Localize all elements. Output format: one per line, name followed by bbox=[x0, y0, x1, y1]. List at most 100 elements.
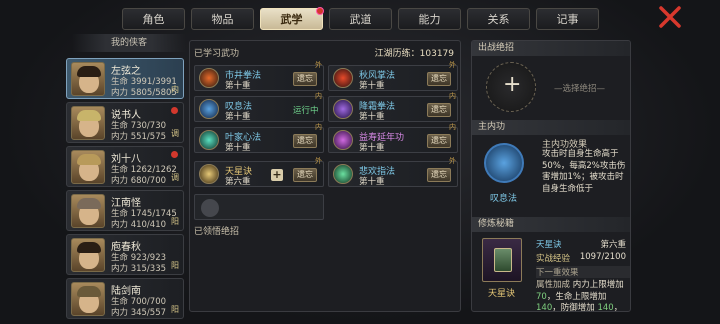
hero-card[interactable]: 左弦之 生命 3991/3991 内力 5805/5805 内 bbox=[66, 58, 184, 99]
skill-type-tag: 内 bbox=[315, 123, 322, 131]
experience-readout: 江湖历练：103179 bbox=[374, 49, 454, 59]
palm-skill-icon bbox=[333, 68, 353, 88]
hero-card[interactable]: 陆剑南 生命 700/700 内力 345/557 阳 bbox=[66, 278, 184, 319]
hero-mp: 内力 5805/5805 bbox=[111, 88, 177, 98]
hero-mp: 内力 680/700 bbox=[111, 176, 167, 186]
forget-button[interactable]: 遗忘 bbox=[427, 168, 451, 182]
avatar bbox=[71, 282, 105, 316]
avatar bbox=[71, 150, 105, 184]
skill-level: 第十重 bbox=[359, 112, 385, 122]
skill-type-tag: 内 bbox=[315, 92, 322, 100]
detail-panel: 出战绝招 + —选择绝招— 主内功 叹息法 主内功效果 攻击时自身生命高于50%… bbox=[471, 40, 631, 312]
skill-level: 第十重 bbox=[359, 143, 385, 153]
skill-level: 第十重 bbox=[225, 112, 251, 122]
tab-martial-path[interactable]: 武道 bbox=[329, 8, 392, 30]
forget-button[interactable]: 遗忘 bbox=[427, 103, 451, 117]
skill-type-tag: 内 bbox=[449, 123, 456, 131]
forget-button[interactable]: 遗忘 bbox=[427, 134, 451, 148]
exp-value: 1097/2100 bbox=[579, 252, 626, 262]
manual-level: 第六重 bbox=[600, 240, 626, 250]
next-level-effect: 属性加成 内力上限增加 70，生命上限增加 140，防御增加 140， bbox=[536, 280, 624, 312]
plus-icon[interactable]: + bbox=[503, 72, 521, 97]
hero-tag: 阳 bbox=[171, 261, 179, 270]
finger-skill-icon bbox=[333, 164, 353, 184]
forget-button[interactable]: 遗忘 bbox=[293, 168, 317, 182]
inner-skill-detail: 叹息法 主内功效果 攻击时自身生命高于50%，每高2%攻击伤害增加1%；被攻击时… bbox=[472, 135, 630, 217]
ultimate-slot[interactable]: + —选择绝招— bbox=[472, 56, 630, 120]
hero-card[interactable]: 庖春秋 生命 923/923 内力 315/335 阳 bbox=[66, 234, 184, 275]
hero-card[interactable]: 刘十八 生命 1262/1262 内力 680/700 调 bbox=[66, 146, 184, 187]
skill-card[interactable]: 益寿延年功 第十重 遗忘 内 bbox=[328, 123, 458, 153]
skill-card[interactable]: 叹息法 第十重 运行中 内 bbox=[194, 92, 324, 122]
close-icon[interactable] bbox=[657, 6, 683, 28]
inner-skill-name: 叹息法 bbox=[490, 194, 518, 204]
forget-button[interactable]: 遗忘 bbox=[293, 134, 317, 148]
tab-martial-arts[interactable]: 武学 bbox=[260, 7, 324, 30]
skill-type-tag: 外 bbox=[315, 61, 322, 69]
avatar bbox=[71, 194, 105, 228]
hero-card[interactable]: 江南怪 生命 1745/1745 内力 410/410 阳 bbox=[66, 190, 184, 231]
tab-relations[interactable]: 关系 bbox=[467, 8, 530, 30]
tab-ability[interactable]: 能力 bbox=[398, 8, 461, 30]
tab-bar: 角色 物品 武学 武道 能力 关系 记事 bbox=[122, 7, 599, 30]
hero-tag: 阳 bbox=[171, 217, 179, 226]
skill-card[interactable]: 叶家心法 第十重 遗忘 内 bbox=[194, 123, 324, 153]
skill-card[interactable]: 悲欢指法 第十重 遗忘 外 bbox=[328, 157, 458, 187]
tab-items[interactable]: 物品 bbox=[191, 8, 254, 30]
hero-mp: 内力 410/410 bbox=[111, 220, 167, 230]
exp-label: 实战经验 bbox=[536, 254, 571, 264]
star-skill-icon bbox=[199, 164, 219, 184]
avatar bbox=[71, 238, 105, 272]
skill-card[interactable]: 降霜拳法 第十重 遗忘 内 bbox=[328, 92, 458, 122]
skill-card[interactable]: 秋风掌法 第十重 遗忘 外 bbox=[328, 61, 458, 91]
tab-character[interactable]: 角色 bbox=[122, 8, 185, 30]
inner-skill-icon[interactable] bbox=[484, 143, 524, 183]
ultimate-section-title: 出战绝招 bbox=[472, 41, 630, 56]
notification-dot bbox=[171, 151, 178, 158]
inner-skill-icon bbox=[199, 99, 219, 119]
heart-skill-icon bbox=[199, 130, 219, 150]
skill-level: 第十重 bbox=[359, 81, 385, 91]
comprehended-ultimates-title: 已领悟绝招 bbox=[194, 227, 240, 237]
learned-skills-panel: 已学习武功 江湖历练：103179 市井拳法 第十重 遗忘 外 秋风掌法 第十重… bbox=[189, 40, 461, 312]
manual-title: 天星诀 bbox=[536, 240, 562, 250]
hero-mp: 内力 345/557 bbox=[111, 308, 167, 318]
hero-card[interactable]: 说书人 生命 730/730 内力 551/575 调 bbox=[66, 102, 184, 143]
skill-type-tag: 外 bbox=[315, 157, 322, 165]
hero-list: 我的侠客 左弦之 生命 3991/3991 内力 5805/5805 内 说书人… bbox=[64, 34, 186, 324]
avatar bbox=[71, 106, 105, 140]
longevity-skill-icon bbox=[333, 130, 353, 150]
skill-level: 第十重 bbox=[225, 143, 251, 153]
hero-tag: 调 bbox=[171, 173, 179, 182]
upgrade-plus-icon[interactable]: + bbox=[271, 169, 283, 181]
hero-mp: 内力 551/575 bbox=[111, 132, 167, 142]
next-level-label: 下一重效果 bbox=[536, 266, 630, 278]
learned-skills-title: 已学习武功 bbox=[194, 49, 240, 59]
hero-mp: 内力 315/335 bbox=[111, 264, 167, 274]
skill-card[interactable]: 市井拳法 第十重 遗忘 外 bbox=[194, 61, 324, 91]
hero-list-title: 我的侠客 bbox=[72, 34, 186, 52]
skill-type-tag: 外 bbox=[449, 157, 456, 165]
inner-effect-text: 攻击时自身生命高于50%，每高2%攻击伤害增加1%；被攻击时自身生命低于 bbox=[542, 149, 626, 194]
skill-level: 第六重 bbox=[225, 177, 251, 187]
skill-card[interactable]: 天星诀 第六重 + 遗忘 外 bbox=[194, 157, 324, 187]
forget-button[interactable]: 遗忘 bbox=[293, 72, 317, 86]
skill-level: 第十重 bbox=[359, 177, 385, 187]
frost-skill-icon bbox=[333, 99, 353, 119]
forget-button[interactable]: 遗忘 bbox=[427, 72, 451, 86]
hero-tag: 阳 bbox=[171, 305, 179, 314]
skill-level: 第十重 bbox=[225, 81, 251, 91]
tab-martial-arts-label: 武学 bbox=[280, 13, 303, 26]
manual-detail: 天星诀 天星诀 第六重 实战经验 1097/2100 下一重效果 属性加成 内力… bbox=[472, 232, 630, 312]
notification-dot bbox=[171, 107, 178, 114]
inner-skill-section-title: 主内功 bbox=[472, 120, 630, 135]
skill-type-tag: 内 bbox=[449, 92, 456, 100]
empty-skill-slot[interactable] bbox=[194, 194, 324, 220]
avatar bbox=[71, 62, 105, 96]
book-icon[interactable] bbox=[482, 238, 522, 282]
manual-section-title: 修炼秘籍 bbox=[472, 217, 630, 232]
hero-tag: 调 bbox=[171, 129, 179, 138]
fist-skill-icon bbox=[199, 68, 219, 88]
tab-journal[interactable]: 记事 bbox=[536, 8, 599, 30]
notification-badge bbox=[316, 7, 324, 15]
